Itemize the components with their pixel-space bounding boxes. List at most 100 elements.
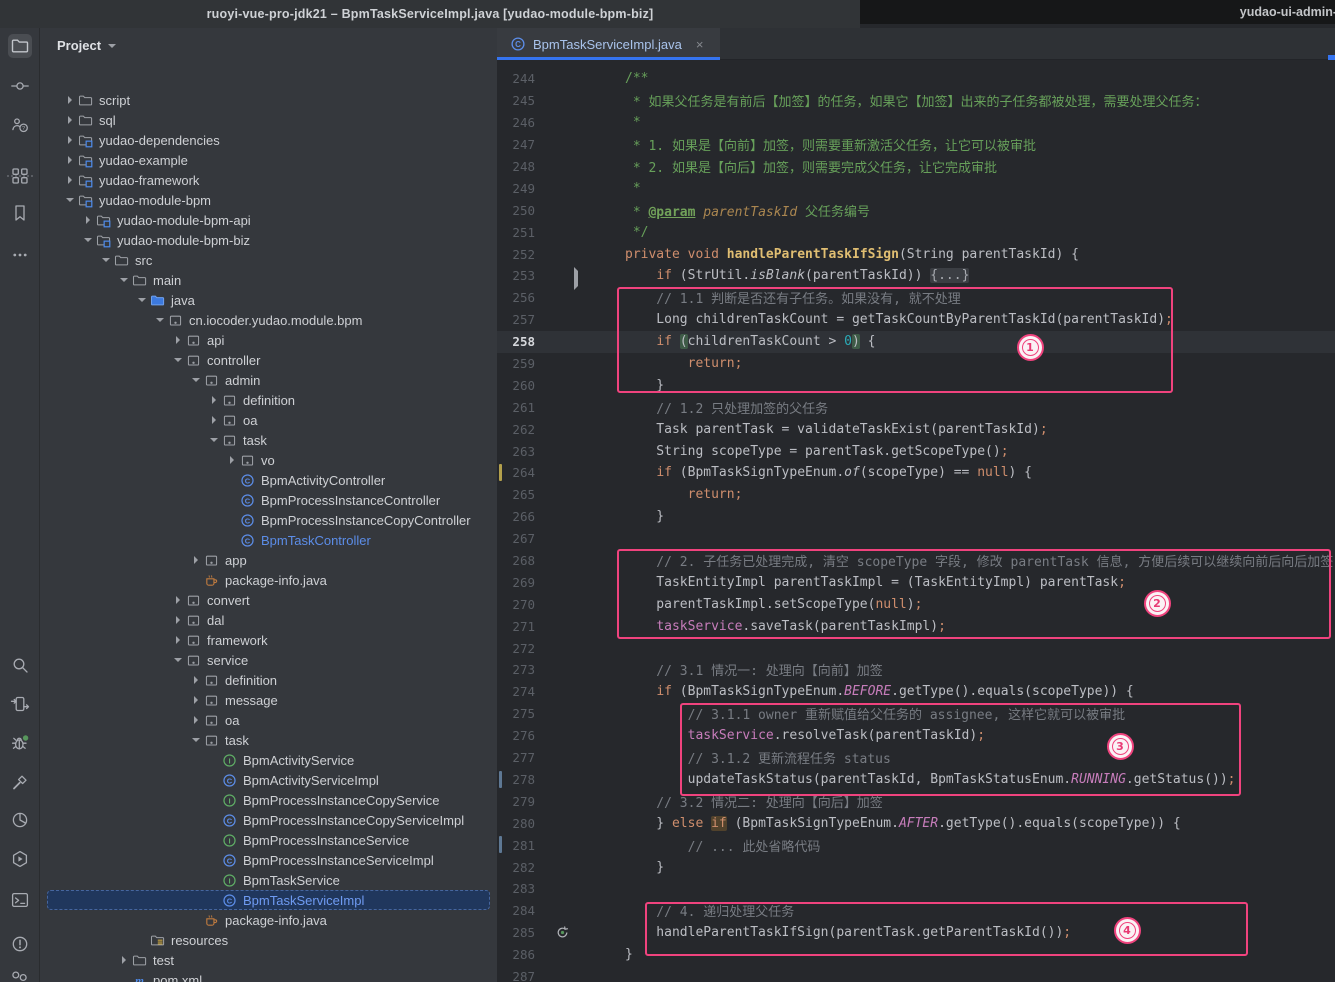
gutter[interactable]: 260: [497, 374, 625, 396]
code-line-263[interactable]: 263 String scopeType = parentTask.getSco…: [497, 440, 1335, 462]
tree-item-definition[interactable]: definition: [40, 670, 497, 690]
tree-item-controller[interactable]: controller: [40, 350, 497, 370]
tree-item-bpmactivityserviceimpl[interactable]: CBpmActivityServiceImpl: [40, 770, 497, 790]
code-line-247[interactable]: 247 * 1. 如果是【向前】加签，则需要重新激活父任务，让它可以被审批: [497, 134, 1335, 156]
gutter[interactable]: 253: [497, 265, 625, 287]
gutter[interactable]: 266: [497, 506, 625, 528]
endpoints-icon[interactable]: [8, 692, 32, 716]
gutter[interactable]: 265: [497, 484, 625, 506]
tree-item-service[interactable]: service: [40, 650, 497, 670]
gutter[interactable]: 287: [497, 966, 625, 982]
gutter[interactable]: 272: [497, 637, 625, 659]
code-line-281[interactable]: 281 // ... 此处省略代码: [497, 834, 1335, 856]
tree-item-yudao-framework[interactable]: yudao-framework: [40, 170, 497, 190]
code-line-268[interactable]: 268 // 2. 子任务已处理完成, 清空 scopeType 字段, 修改 …: [497, 550, 1335, 572]
tree-item-resources[interactable]: resources: [40, 930, 497, 950]
tree-chevron-icon[interactable]: [188, 673, 203, 687]
tree-item-yudao-dependencies[interactable]: yudao-dependencies: [40, 130, 497, 150]
tree-chevron-icon[interactable]: [188, 373, 203, 387]
tree-item-bpmtaskserviceimpl[interactable]: CBpmTaskServiceImpl: [47, 890, 490, 910]
gutter[interactable]: 271: [497, 615, 625, 637]
code-line-252[interactable]: 252private void handleParentTaskIfSign(S…: [497, 243, 1335, 265]
tree-chevron-icon[interactable]: [62, 173, 77, 187]
code-line-271[interactable]: 271 taskService.saveTask(parentTaskImpl)…: [497, 615, 1335, 637]
code-line-251[interactable]: 251 */: [497, 221, 1335, 243]
tree-chevron-icon[interactable]: [188, 713, 203, 727]
code-line-275[interactable]: 275 // 3.1.1 owner 重新赋值给父任务的 assignee, 这…: [497, 703, 1335, 725]
tree-item-oa[interactable]: oa: [40, 410, 497, 430]
tree-item-convert[interactable]: convert: [40, 590, 497, 610]
code-viewport[interactable]: 244/**245 * 如果父任务是有前后【加签】的任务，如果它【加签】出来的子…: [497, 60, 1335, 982]
gutter[interactable]: 273: [497, 659, 625, 681]
tree-chevron-icon[interactable]: [152, 313, 167, 327]
tree-item-app[interactable]: app: [40, 550, 497, 570]
tree-chevron-icon[interactable]: [170, 353, 185, 367]
recursive-call-icon[interactable]: [555, 925, 570, 940]
gutter[interactable]: 270: [497, 593, 625, 615]
code-line-256[interactable]: 256 // 1.1 判断是否还有子任务。如果没有, 就不处理: [497, 287, 1335, 309]
gutter[interactable]: 249: [497, 177, 625, 199]
code-line-287[interactable]: 287: [497, 966, 1335, 982]
tree-chevron-icon[interactable]: [170, 593, 185, 607]
gutter[interactable]: 259: [497, 353, 625, 375]
tree-chevron-icon[interactable]: [62, 153, 77, 167]
tree-chevron-icon[interactable]: [170, 653, 185, 667]
code-line-266[interactable]: 266 }: [497, 506, 1335, 528]
bookmarks-icon[interactable]: [8, 201, 32, 225]
vcs-change-marker[interactable]: [499, 836, 502, 853]
code-line-246[interactable]: 246 *: [497, 112, 1335, 134]
tree-chevron-icon[interactable]: [116, 273, 131, 287]
tree-item-message[interactable]: message: [40, 690, 497, 710]
code-line-276[interactable]: 276 taskService.resolveTask(parentTaskId…: [497, 725, 1335, 747]
tree-item-yudao-example[interactable]: yudao-example: [40, 150, 497, 170]
tree-chevron-icon[interactable]: [80, 233, 95, 247]
gutter[interactable]: 280: [497, 812, 625, 834]
code-line-280[interactable]: 280 } else if (BpmTaskSignTypeEnum.AFTER…: [497, 812, 1335, 834]
tree-chevron-icon[interactable]: [62, 93, 77, 107]
tree-item-bpmprocessinstancecopycontroller[interactable]: CBpmProcessInstanceCopyController: [40, 510, 497, 530]
tree-item-api[interactable]: api: [40, 330, 497, 350]
fold-arrow-icon[interactable]: [574, 271, 578, 286]
commit-icon[interactable]: [8, 74, 32, 98]
code-line-274[interactable]: 274 if (BpmTaskSignTypeEnum.BEFORE.getTy…: [497, 681, 1335, 703]
search-icon[interactable]: [8, 653, 32, 677]
code-line-277[interactable]: 277 // 3.1.2 更新流程任务 status: [497, 747, 1335, 769]
code-line-260[interactable]: 260 }: [497, 374, 1335, 396]
tree-chevron-icon[interactable]: [170, 333, 185, 347]
tree-item-definition[interactable]: definition: [40, 390, 497, 410]
tree-item-src[interactable]: src: [40, 250, 497, 270]
gutter[interactable]: 278: [497, 769, 625, 791]
project-folder-icon[interactable]: [8, 34, 32, 58]
tree-chevron-icon[interactable]: [188, 693, 203, 707]
gutter[interactable]: 274: [497, 681, 625, 703]
tree-item-task[interactable]: task: [40, 730, 497, 750]
code-line-278[interactable]: 278 updateTaskStatus(parentTaskId, BpmTa…: [497, 769, 1335, 791]
tree-item-yudao-module-bpm[interactable]: yudao-module-bpm: [40, 190, 497, 210]
gutter[interactable]: 267: [497, 528, 625, 550]
code-line-250[interactable]: 250 * @param parentTaskId 父任务编号: [497, 199, 1335, 221]
tree-item-bpmprocessinstancecopyserviceimpl[interactable]: CBpmProcessInstanceCopyServiceImpl: [40, 810, 497, 830]
code-line-258[interactable]: 258 if (childrenTaskCount > 0) {: [497, 331, 1335, 353]
tree-chevron-icon[interactable]: [206, 393, 221, 407]
code-line-253[interactable]: 253 if (StrUtil.isBlank(parentTaskId)) {…: [497, 265, 1335, 287]
tree-item-bpmprocessinstancecontroller[interactable]: CBpmProcessInstanceController: [40, 490, 497, 510]
gutter[interactable]: 262: [497, 418, 625, 440]
code-line-285[interactable]: 285 handleParentTaskIfSign(parentTask.ge…: [497, 922, 1335, 944]
code-line-259[interactable]: 259 return;: [497, 353, 1335, 375]
gutter[interactable]: 283: [497, 878, 625, 900]
services-icon[interactable]: [8, 847, 32, 871]
tree-chevron-icon[interactable]: [170, 633, 185, 647]
gutter[interactable]: 279: [497, 790, 625, 812]
gutter[interactable]: 257: [497, 309, 625, 331]
code-line-248[interactable]: 248 * 2. 如果是【向后】加签，则需要完成父任务，让它完成审批: [497, 156, 1335, 178]
tree-chevron-icon[interactable]: [80, 213, 95, 227]
gutter[interactable]: 281: [497, 834, 625, 856]
background-window-titlebar[interactable]: yudao-ui-admin-: [860, 0, 1335, 24]
project-panel-header[interactable]: Project: [40, 28, 497, 62]
code-line-283[interactable]: 283: [497, 878, 1335, 900]
gutter[interactable]: 246: [497, 112, 625, 134]
tree-chevron-icon[interactable]: [62, 133, 77, 147]
gutter[interactable]: 252: [497, 243, 625, 265]
build-icon[interactable]: [8, 770, 32, 794]
debug-icon[interactable]: [8, 731, 32, 755]
